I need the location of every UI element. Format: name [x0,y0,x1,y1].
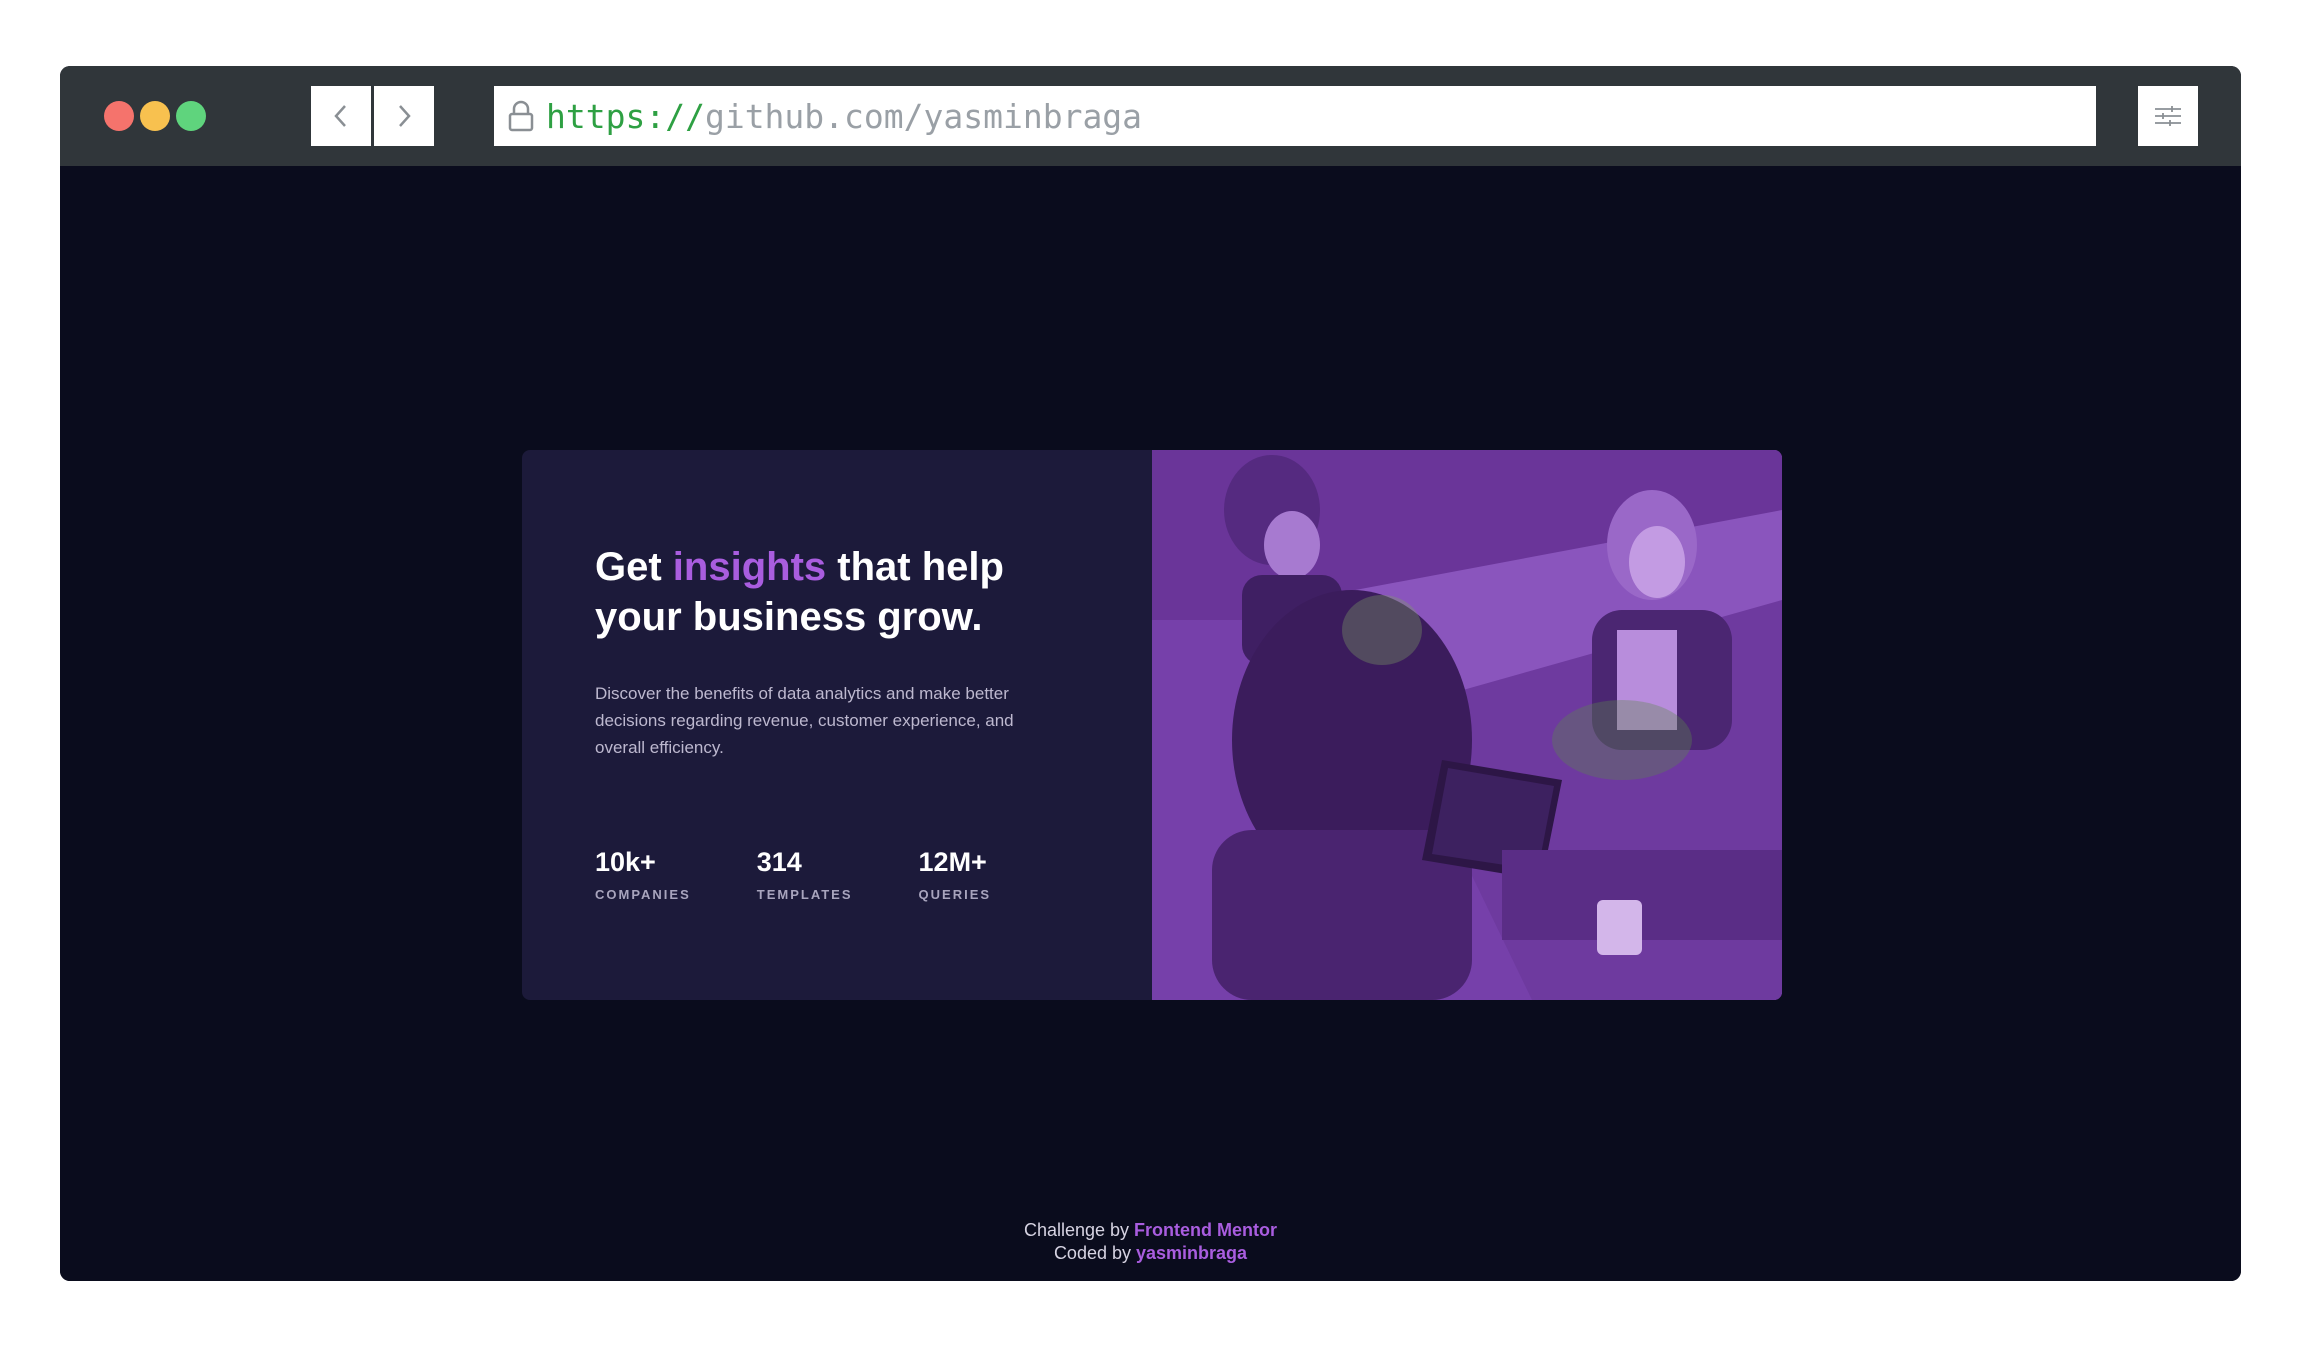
close-window-dot[interactable] [104,101,134,131]
browser-toolbar: https://github.com/yasminbraga [60,66,2241,166]
card-description: Discover the benefits of data analytics … [595,684,1014,757]
frontend-mentor-link[interactable]: Frontend Mentor [1134,1220,1277,1240]
minimize-window-dot[interactable] [140,101,170,131]
stat-value: 314 [756,847,802,877]
maximize-window-dot[interactable] [176,101,206,131]
card-image [1152,450,1782,1000]
attribution-line-coded: Coded by yasminbraga [60,1242,2241,1265]
card-headline: Get insights that help your business gro… [595,542,1095,642]
lock-icon [506,98,536,134]
forward-button[interactable] [374,86,434,146]
challenge-text: Challenge by [1023,1220,1135,1240]
coded-text: Coded by [1053,1243,1136,1263]
stat-label: COMPANIES [595,887,691,902]
office-photo-illustration [1152,450,1782,1000]
attribution-line-challenge: Challenge by Frontend Mentor [60,1219,2241,1242]
chevron-left-icon [334,105,346,127]
author-link[interactable]: yasminbraga [1136,1243,1247,1263]
url-scheme: https:// [546,96,705,136]
attribution-footer: Challenge by Frontend Mentor Coded by ya… [60,1219,2241,1265]
url-text: https://github.com/yasminbraga [546,97,1142,136]
browser-window: https://github.com/yasminbraga Get insig… [60,66,2241,1281]
stat-queries: 12M+ QUERIES [919,845,992,902]
stat-value: 12M+ [918,847,987,877]
sliders-icon [2155,106,2181,126]
stat-label: QUERIES [918,887,992,902]
headline-accent: insights [672,545,827,589]
chevron-right-icon [399,105,411,127]
card-text-panel: Get insights that help your business gro… [522,450,1152,1000]
page-content: Get insights that help your business gro… [60,166,2241,1281]
stats-row: 10k+ COMPANIES 314 TEMPLATES 12M+ QUERIE… [595,845,1057,902]
stat-value: 10k+ [595,847,656,877]
back-button[interactable] [311,86,371,146]
stat-label: TEMPLATES [756,887,853,902]
url-host: github.com/yasminbraga [704,96,1143,136]
address-bar[interactable]: https://github.com/yasminbraga [494,86,2096,146]
stat-templates: 314 TEMPLATES [757,845,853,902]
settings-menu-button[interactable] [2138,86,2198,146]
headline-prefix: Get [595,545,673,589]
stat-companies: 10k+ COMPANIES [595,845,691,902]
stats-preview-card: Get insights that help your business gro… [522,450,1782,1000]
